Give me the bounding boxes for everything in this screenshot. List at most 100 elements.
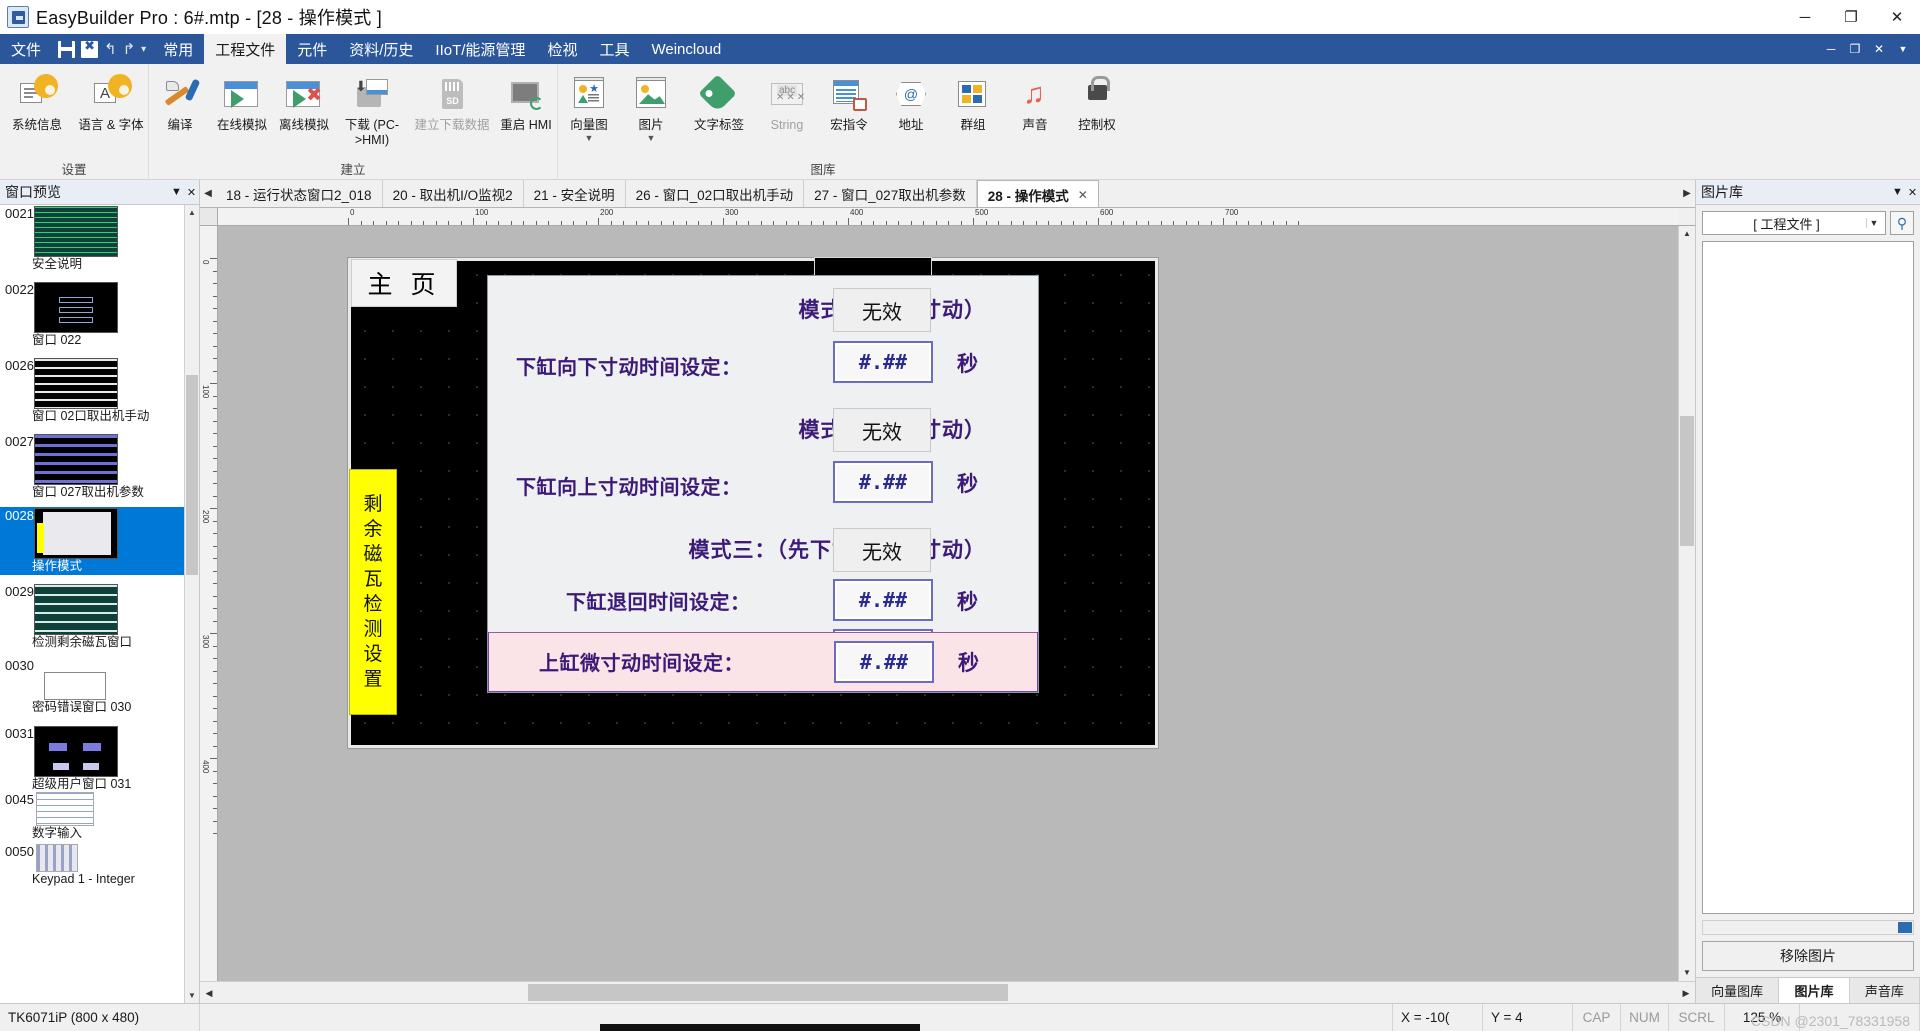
save-icon[interactable] (58, 40, 76, 58)
window-thumbnail (34, 584, 118, 635)
chevron-down-icon[interactable]: ▼ (1890, 186, 1905, 198)
ribbon-button-text-label[interactable]: 文字标签 (682, 70, 756, 133)
tab-28[interactable]: 28 - 操作模式 ✕ (976, 180, 1099, 207)
tab-21[interactable]: 21 - 安全说明 (524, 180, 626, 207)
save-as-icon[interactable] (81, 38, 99, 58)
menu-item-common[interactable]: 常用 (152, 34, 204, 64)
canvas-horizontal-scrollbar[interactable]: ◀ ▶ (200, 981, 1695, 1003)
hmi-screen[interactable]: 主 页 剩 余 磁 瓦 检 测 设 置 无效 下缸向下寸动时间设定： #.## … (348, 257, 1158, 748)
mdi-restore-button[interactable]: ❐ (1844, 38, 1866, 60)
list-item[interactable]: 0022 窗口 022 (0, 281, 199, 347)
tab-close-icon[interactable]: ✕ (1078, 188, 1088, 202)
ribbon-collapse-button[interactable]: ▼ (1892, 38, 1914, 60)
list-item[interactable]: 0031 超级用户窗口 031 (0, 725, 199, 791)
scrollbar-thumb[interactable] (186, 375, 198, 575)
mode-state-1[interactable]: 无效 (833, 288, 931, 332)
list-item[interactable]: 0045 数字输入 (0, 791, 199, 841)
ribbon-button-picture[interactable]: 图片 ▼ (620, 70, 682, 143)
undo-icon[interactable]: ↰ (104, 40, 117, 58)
redo-icon[interactable]: ↱ (123, 40, 136, 58)
scrollbar-thumb[interactable] (528, 984, 1008, 1001)
field-value-1[interactable]: #.## (833, 341, 933, 383)
ribbon-button-compile[interactable]: 编译 (149, 70, 211, 133)
window-preview-list[interactable]: 0021 安全说明 0022 窗口 022 0026 窗口 02口取出机手动 0… (0, 205, 199, 1003)
picture-list[interactable] (1702, 241, 1914, 914)
ribbon-button-system-info[interactable]: 系统信息 (0, 70, 74, 133)
list-item[interactable]: 0026 窗口 02口取出机手动 (0, 357, 199, 423)
list-item[interactable]: 0027 窗口 027取出机参数 (0, 433, 199, 499)
window-preview-header: 窗口预览 ▼ ✕ (0, 180, 199, 205)
menu-item-file[interactable]: 文件 (0, 34, 52, 64)
tab-scroll-right-icon[interactable]: ▶ (1679, 180, 1695, 207)
field-value-2[interactable]: #.## (833, 461, 933, 503)
tab-18[interactable]: 18 - 运行状态窗口2_018 (216, 180, 383, 207)
list-item[interactable]: 0030 密码错误窗口 030 (0, 657, 199, 719)
menu-item-iiot[interactable]: IIoT/能源管理 (424, 34, 536, 64)
canvas-vertical-scrollbar[interactable]: ▲ ▼ (1678, 226, 1695, 981)
tab-26[interactable]: 26 - 窗口_02口取出机手动 (626, 180, 805, 207)
tab-sound-library[interactable]: 声音库 (1850, 978, 1920, 1003)
picture-list-hscrollbar[interactable] (1702, 920, 1914, 935)
mdi-close-button[interactable]: ✕ (1868, 38, 1890, 60)
tab-27[interactable]: 27 - 窗口_027取出机参数 (804, 180, 977, 207)
ribbon-button-online-simulation[interactable]: 在线模拟 (211, 70, 273, 133)
mdi-minimize-button[interactable]: ─ (1820, 38, 1842, 60)
tab-20[interactable]: 20 - 取出机I/O监视2 (383, 180, 524, 207)
tab-label: 28 - 操作模式 (987, 188, 1069, 204)
scroll-up-arrow-icon[interactable]: ▲ (185, 205, 199, 220)
list-item[interactable]: 0021 安全说明 (0, 205, 199, 271)
tab-vector-library[interactable]: 向量图库 (1696, 978, 1780, 1003)
list-item[interactable]: 0050 Keypad 1 - Integer (0, 843, 199, 891)
scroll-left-arrow-icon[interactable]: ◀ (200, 982, 218, 1003)
menu-item-view[interactable]: 检视 (536, 34, 588, 64)
chevron-down-icon[interactable]: ▼ (1866, 218, 1881, 228)
window-maximize-button[interactable]: ❐ (1828, 0, 1874, 34)
ribbon-button-address[interactable]: @ 地址 (880, 70, 942, 133)
window-preview-scrollbar[interactable]: ▲ ▼ (184, 205, 199, 1003)
ribbon-button-language-font[interactable]: A 语言 & 字体 (74, 70, 148, 133)
list-item[interactable]: 0028 操作模式 (0, 507, 199, 575)
field-value-5[interactable]: #.## (834, 641, 934, 683)
scroll-down-arrow-icon[interactable]: ▼ (185, 988, 199, 1003)
design-canvas[interactable]: 主 页 剩 余 磁 瓦 检 测 设 置 无效 下缸向下寸动时间设定： #.## … (218, 226, 1678, 981)
menu-item-data-history[interactable]: 资料/历史 (338, 34, 424, 64)
library-select[interactable]: [ 工程文件 ] ▼ (1702, 211, 1886, 235)
menu-item-tools[interactable]: 工具 (588, 34, 640, 64)
mode-state-3[interactable]: 无效 (833, 528, 931, 572)
scrollbar-thumb[interactable] (1680, 416, 1694, 546)
customize-icon[interactable]: ▾ (141, 44, 146, 55)
chevron-down-icon[interactable]: ▼ (647, 134, 656, 143)
tab-scroll-left-icon[interactable]: ◀ (200, 180, 216, 207)
field-value-3[interactable]: #.## (833, 579, 933, 621)
ribbon-button-macro[interactable]: 宏指令 (818, 70, 880, 133)
ribbon-button-group[interactable]: 群组 (942, 70, 1004, 133)
close-icon[interactable]: ✕ (1905, 186, 1920, 199)
scroll-right-arrow-icon[interactable]: ▶ (1677, 982, 1695, 1003)
list-item[interactable]: 0029 检测剩余磁瓦窗口 (0, 583, 199, 649)
ribbon-button-build-download-data[interactable]: SD 建立下载数据 (409, 70, 495, 133)
chevron-down-icon[interactable]: ▼ (585, 134, 594, 143)
ribbon-button-offline-simulation[interactable]: ✖ 离线模拟 (273, 70, 335, 133)
scroll-down-arrow-icon[interactable]: ▼ (1679, 965, 1695, 981)
chevron-down-icon[interactable]: ▼ (169, 186, 184, 198)
menu-item-weincloud[interactable]: Weincloud (640, 34, 732, 64)
ribbon-button-download[interactable]: ⬇ 下载 (PC->HMI) (335, 70, 409, 148)
mode-state-2[interactable]: 无效 (833, 408, 931, 452)
close-icon[interactable]: ✕ (184, 186, 199, 199)
scrollbar-track[interactable] (218, 982, 1677, 1003)
ribbon-button-string[interactable]: abc ✕✕✕ String (756, 70, 818, 133)
ribbon-button-vector-graphic[interactable]: ★ 向量图 ▼ (558, 70, 620, 143)
scroll-up-arrow-icon[interactable]: ▲ (1679, 226, 1695, 242)
tab-picture-library[interactable]: 图片库 (1779, 978, 1850, 1003)
ribbon-button-reboot-hmi[interactable]: 重启 HMI (495, 70, 557, 133)
menu-item-object[interactable]: 元件 (286, 34, 338, 64)
window-minimize-button[interactable]: ─ (1782, 0, 1828, 34)
remove-picture-button[interactable]: 移除图片 (1702, 941, 1914, 971)
ribbon-button-sound[interactable]: ♫ 声音 (1004, 70, 1066, 133)
window-close-button[interactable]: ✕ (1874, 0, 1920, 34)
scrollbar-thumb[interactable] (1898, 922, 1912, 933)
home-button[interactable]: 主 页 (351, 259, 457, 307)
search-button[interactable]: ⚲ (1890, 211, 1914, 235)
menu-item-project[interactable]: 工程文件 (204, 34, 287, 64)
ribbon-button-control-rights[interactable]: 控制权 (1066, 70, 1128, 133)
